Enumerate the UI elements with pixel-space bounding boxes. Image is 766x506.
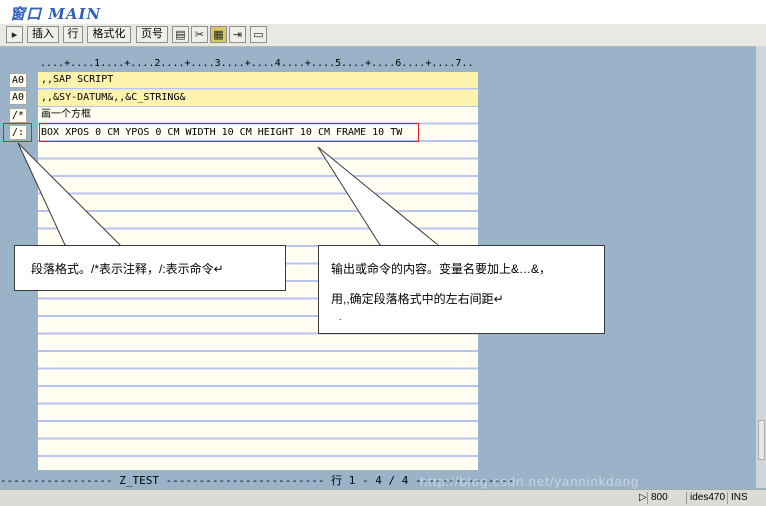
insert-button[interactable]: 插入 xyxy=(27,26,59,43)
paragraph-format-field[interactable]: A0 xyxy=(9,73,27,88)
editor-status-line: ----------------- Z_TEST ---------------… xyxy=(0,474,515,487)
format-highlight-box xyxy=(3,123,32,142)
callout-text-line1: 输出或命令的内容。变量名要加上&…&， xyxy=(331,262,552,276)
scrollbar-thumb[interactable] xyxy=(758,420,765,460)
paragraph-format-field[interactable]: /* xyxy=(9,108,27,123)
content-callout: 输出或命令的内容。变量名要加上&…&， 用,,确定段落格式中的左右间距↵ . xyxy=(318,245,605,334)
content-highlight-box xyxy=(39,123,419,142)
application-toolbar: ▸ 插入 行 格式化 页号 ▤ ✂ ▦ ⇥ ▭ xyxy=(0,24,766,47)
watermark-text: http://blog.csdn.net/yanninkdang xyxy=(420,474,640,489)
move-icon[interactable]: ⇥ xyxy=(229,26,246,43)
status-bar: ▷ 800 ides470 INS xyxy=(0,489,766,506)
paragraph-format-callout: 段落格式。/*表示注释，/:表示命令↵ xyxy=(14,245,286,291)
column-ruler: ....+....1....+....2....+....3....+....4… xyxy=(40,58,474,69)
comment-icon[interactable]: ▭ xyxy=(250,26,267,43)
status-toggle-icon[interactable]: ▷ xyxy=(636,492,647,504)
editor-line[interactable]: ,,&SY-DATUM&,,&C_STRING& xyxy=(38,89,478,106)
callout-text: 段落格式。/*表示注释，/:表示命令↵ xyxy=(31,262,224,276)
insert-mode-field: INS xyxy=(727,492,748,504)
select-icon[interactable]: ▸ xyxy=(6,26,23,43)
client-field: 800 xyxy=(647,492,668,504)
title-bar: 窗口 MAIN xyxy=(0,0,766,25)
editor-line[interactable]: 画一个方框 xyxy=(38,107,478,123)
paste-icon[interactable]: ▦ xyxy=(210,26,227,43)
line-button[interactable]: 行 xyxy=(63,26,83,43)
clipboard-icon[interactable]: ▤ xyxy=(172,26,189,43)
editor-line[interactable]: ,,SAP SCRIPT xyxy=(38,72,478,88)
cut-icon[interactable]: ✂ xyxy=(191,26,208,43)
callout-text-line2: 用,,确定段落格式中的左右间距↵ xyxy=(331,292,504,306)
format-button[interactable]: 格式化 xyxy=(87,26,131,43)
paragraph-format-field[interactable]: A0 xyxy=(9,90,27,105)
page-number-button[interactable]: 页号 xyxy=(136,26,168,43)
window-title: 窗口 MAIN xyxy=(10,5,102,23)
callout-text-line3: . xyxy=(339,312,342,322)
system-field: ides470 xyxy=(686,492,725,504)
